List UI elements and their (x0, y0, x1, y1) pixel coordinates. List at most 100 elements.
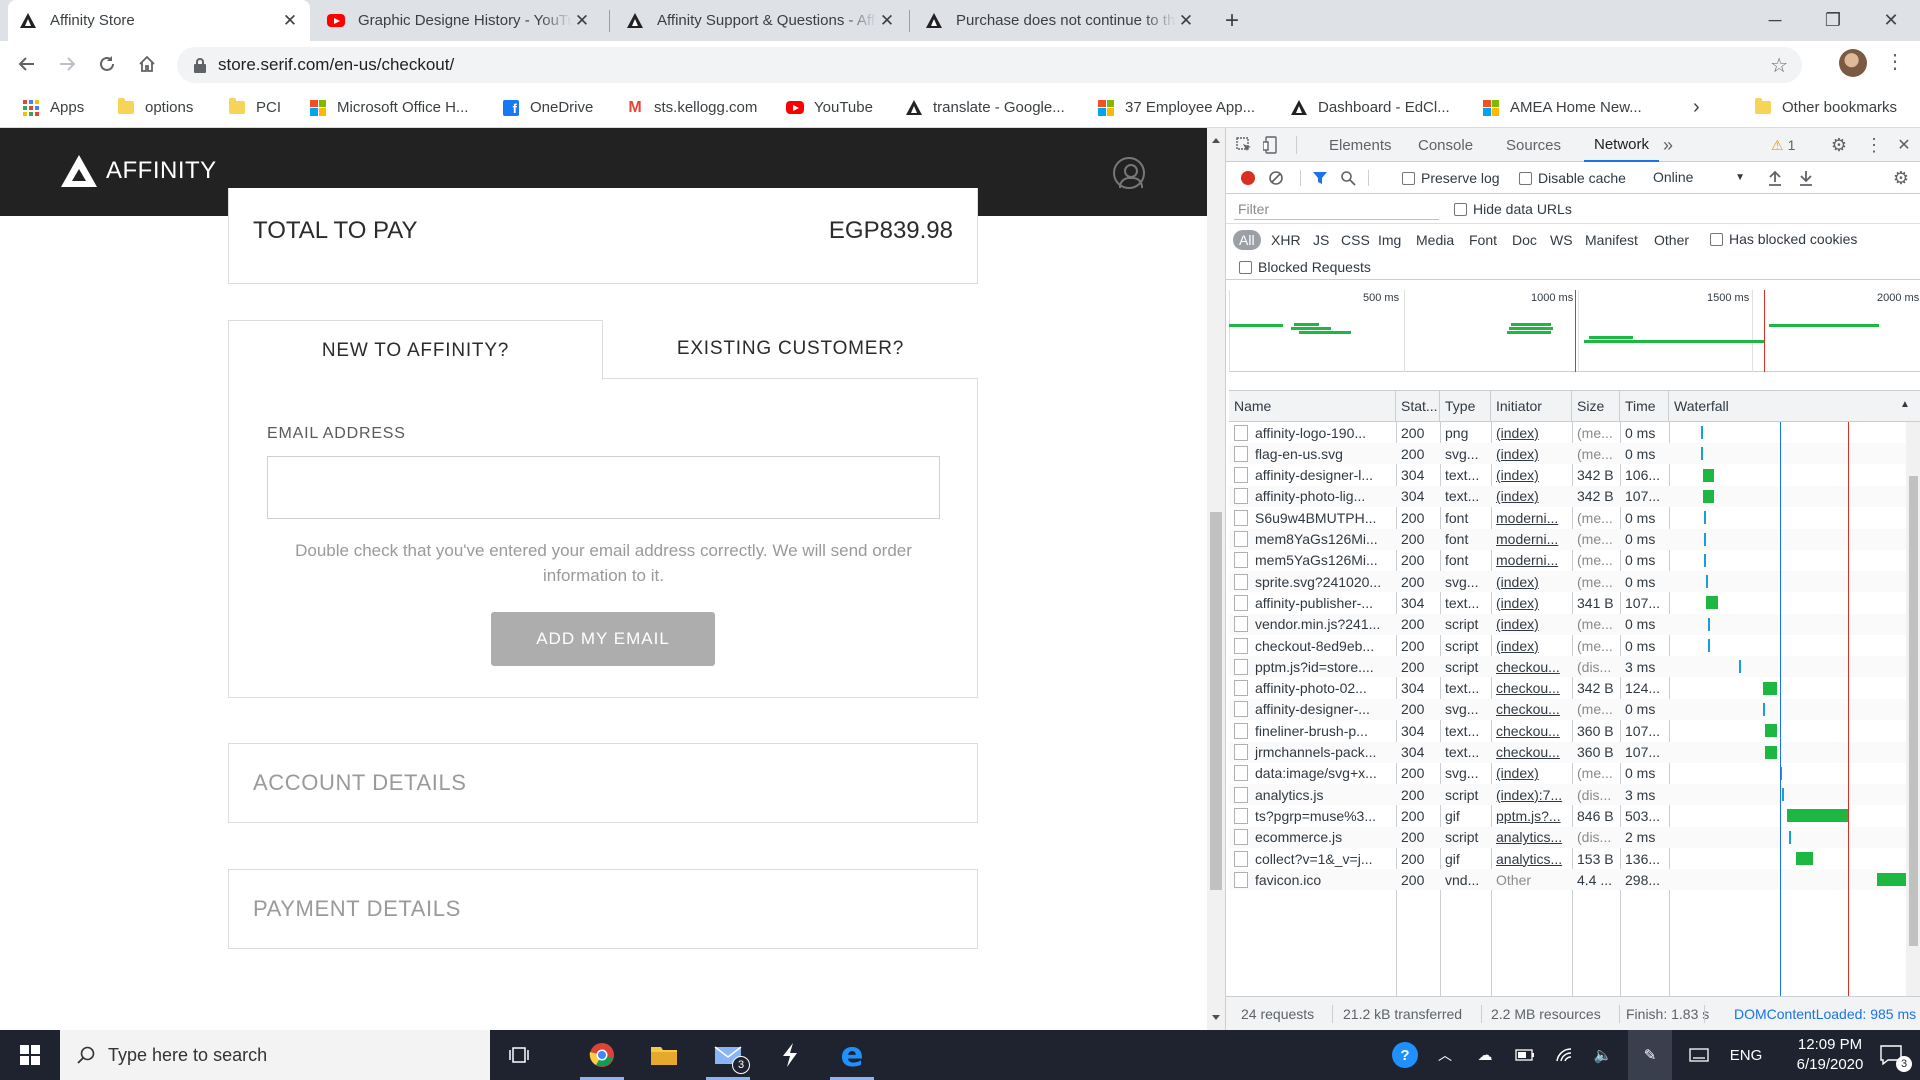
devtools-tab-console[interactable]: Console (1418, 128, 1473, 162)
filter-type-doc[interactable]: Doc (1509, 230, 1540, 250)
network-settings-gear-icon[interactable]: ⚙ (1891, 168, 1911, 188)
tab-new-to-affinity[interactable]: NEW TO AFFINITY? (228, 320, 603, 380)
initiator-value[interactable]: (index) (1496, 765, 1539, 781)
bookmark-star-icon[interactable]: ☆ (1770, 53, 1788, 78)
devtools-tab-sources[interactable]: Sources (1506, 128, 1561, 162)
scroll-down-arrow-icon[interactable] (1212, 1015, 1220, 1020)
initiator-value[interactable]: checkou... (1496, 659, 1560, 675)
devtools-tab-elements[interactable]: Elements (1329, 128, 1392, 162)
table-row[interactable]: affinity-logo-190... 200 png (index) (me... 0… (1229, 422, 1920, 443)
initiator-value[interactable]: checkou... (1496, 744, 1560, 760)
affinity-taskbar-icon[interactable] (760, 1030, 820, 1080)
filter-type-img[interactable]: Img (1375, 230, 1404, 250)
profile-avatar[interactable] (1839, 49, 1867, 77)
battery-icon[interactable] (1508, 1030, 1542, 1080)
table-row[interactable]: flag-en-us.svg 200 svg... (index) (me... 0 ms (1229, 443, 1920, 465)
bookmark-amea[interactable]: AMEA Home New... (1482, 87, 1642, 128)
clear-icon[interactable] (1266, 168, 1286, 188)
scroll-up-arrow-icon[interactable] (1212, 138, 1220, 143)
column-header-size[interactable]: Size (1572, 391, 1620, 421)
table-row[interactable]: ecommerce.js 200 script analytics... (dis...… (1229, 826, 1920, 848)
initiator-value[interactable]: (index) (1496, 467, 1539, 483)
account-user-icon[interactable] (1113, 157, 1145, 189)
close-icon[interactable]: ✕ (572, 11, 592, 31)
back-button[interactable] (9, 46, 45, 82)
column-header-name[interactable]: Name (1229, 391, 1396, 421)
bookmark-options[interactable]: options (117, 87, 193, 128)
address-bar[interactable]: store.serif.com/en-us/checkout/ ☆ (177, 47, 1802, 83)
inspect-element-icon[interactable] (1234, 135, 1254, 155)
home-button[interactable] (129, 46, 165, 82)
keyboard-icon[interactable] (1682, 1030, 1716, 1080)
initiator-value[interactable]: (index) (1496, 595, 1539, 611)
page-scrollbar[interactable] (1207, 128, 1225, 1030)
record-icon[interactable] (1238, 168, 1258, 188)
window-close-button[interactable]: ✕ (1862, 0, 1920, 41)
reload-button[interactable] (89, 46, 125, 82)
device-toolbar-icon[interactable] (1261, 135, 1281, 155)
table-row[interactable]: jrmchannels-pack... 304 text... checkou... 3… (1229, 741, 1920, 763)
column-header-status[interactable]: Stat... (1396, 391, 1440, 421)
table-row[interactable]: S6u9w4BMUTPH... 200 font moderni... (me... 0 … (1229, 507, 1920, 528)
filter-type-css[interactable]: CSS (1338, 230, 1373, 250)
initiator-value[interactable]: (index) (1496, 616, 1539, 632)
bookmark-apps[interactable]: Apps (22, 87, 84, 128)
tab-existing-customer[interactable]: EXISTING CUSTOMER? (603, 320, 978, 378)
close-icon[interactable]: ✕ (877, 11, 897, 31)
initiator-value[interactable]: checkou... (1496, 723, 1560, 739)
table-row[interactable]: analytics.js 200 script (index):7... (dis...… (1229, 784, 1920, 806)
table-row[interactable]: ts?pgrp=muse%3... 200 gif pptm.js?... 846 B 5… (1229, 805, 1920, 826)
table-row[interactable]: sprite.svg?241020... 200 svg... (index) (me.… (1229, 571, 1920, 593)
initiator-value[interactable]: checkou... (1496, 701, 1560, 717)
browser-menu-icon[interactable]: ⋮ (1885, 49, 1905, 74)
pen-workspace-icon[interactable]: ✎ (1628, 1030, 1672, 1080)
filter-funnel-icon[interactable] (1310, 168, 1330, 188)
filter-input[interactable]: Filter (1234, 199, 1439, 220)
tab-youtube[interactable]: Graphic Designe History - YouTube ✕ (316, 0, 602, 41)
table-row[interactable]: fineliner-brush-p... 304 text... checkou...… (1229, 720, 1920, 741)
bookmark-other[interactable]: Other bookmarks (1754, 87, 1897, 128)
taskbar-search-box[interactable]: Type here to search (60, 1030, 490, 1080)
maximize-button[interactable]: ❐ (1804, 0, 1862, 41)
initiator-value[interactable]: (index) (1496, 638, 1539, 654)
bookmark-sts[interactable]: M sts.kellogg.com (626, 87, 757, 128)
requests-scrollbar-thumb[interactable] (1909, 476, 1918, 946)
column-header-time[interactable]: Time (1620, 391, 1669, 421)
initiator-value[interactable]: (index) (1496, 425, 1539, 441)
filter-type-font[interactable]: Font (1466, 230, 1500, 250)
tray-overflow-chevron-icon[interactable]: ︿ (1430, 1030, 1460, 1080)
table-row[interactable]: affinity-photo-02... 304 text... checkou...… (1229, 678, 1920, 699)
has-blocked-cookies-checkbox[interactable]: Has blocked cookies (1710, 231, 1857, 247)
preserve-log-checkbox[interactable]: Preserve log (1402, 170, 1500, 186)
table-row[interactable]: favicon.ico 200 vnd... Other 4.4 ... 298... (1229, 869, 1920, 891)
table-row[interactable]: pptm.js?id=store.... 200 script checkou... (… (1229, 656, 1920, 678)
filter-type-xhr[interactable]: XHR (1268, 230, 1304, 250)
initiator-value[interactable]: analytics... (1496, 829, 1562, 845)
warnings-counter[interactable]: ⚠ 1 (1771, 136, 1795, 154)
scrollbar-thumb[interactable] (1210, 512, 1222, 890)
hide-data-urls-checkbox[interactable]: Hide data URLs (1454, 201, 1572, 217)
payment-details-section[interactable]: PAYMENT DETAILS (228, 869, 978, 949)
filter-type-manifest[interactable]: Manifest (1582, 230, 1641, 250)
disable-cache-checkbox[interactable]: Disable cache (1519, 170, 1626, 186)
export-har-icon[interactable] (1796, 168, 1816, 188)
bookmark-employee-app[interactable]: 37 Employee App... (1097, 87, 1255, 128)
devtools-menu-icon[interactable]: ⋮ (1864, 135, 1884, 155)
column-header-initiator[interactable]: Initiator (1491, 391, 1572, 421)
initiator-value[interactable]: (index) (1496, 488, 1539, 504)
bookmark-translate[interactable]: translate - Google... (905, 87, 1065, 128)
initiator-value[interactable]: (index) (1496, 446, 1539, 462)
account-details-section[interactable]: ACCOUNT DETAILS (228, 743, 978, 823)
devtools-tab-network[interactable]: Network (1584, 128, 1660, 162)
import-har-icon[interactable] (1765, 168, 1785, 188)
devtools-more-tabs-icon[interactable]: » (1663, 128, 1673, 162)
input-language[interactable]: ENG (1726, 1030, 1766, 1080)
add-my-email-button[interactable]: ADD MY EMAIL (491, 612, 715, 666)
bookmark-pci[interactable]: PCI (228, 87, 281, 128)
filter-type-all[interactable]: All (1233, 230, 1261, 250)
initiator-value[interactable]: moderni... (1496, 552, 1558, 568)
forward-button[interactable] (49, 46, 85, 82)
initiator-value[interactable]: analytics... (1496, 851, 1562, 867)
close-icon[interactable]: ✕ (1176, 11, 1196, 31)
wifi-icon[interactable] (1548, 1030, 1582, 1080)
